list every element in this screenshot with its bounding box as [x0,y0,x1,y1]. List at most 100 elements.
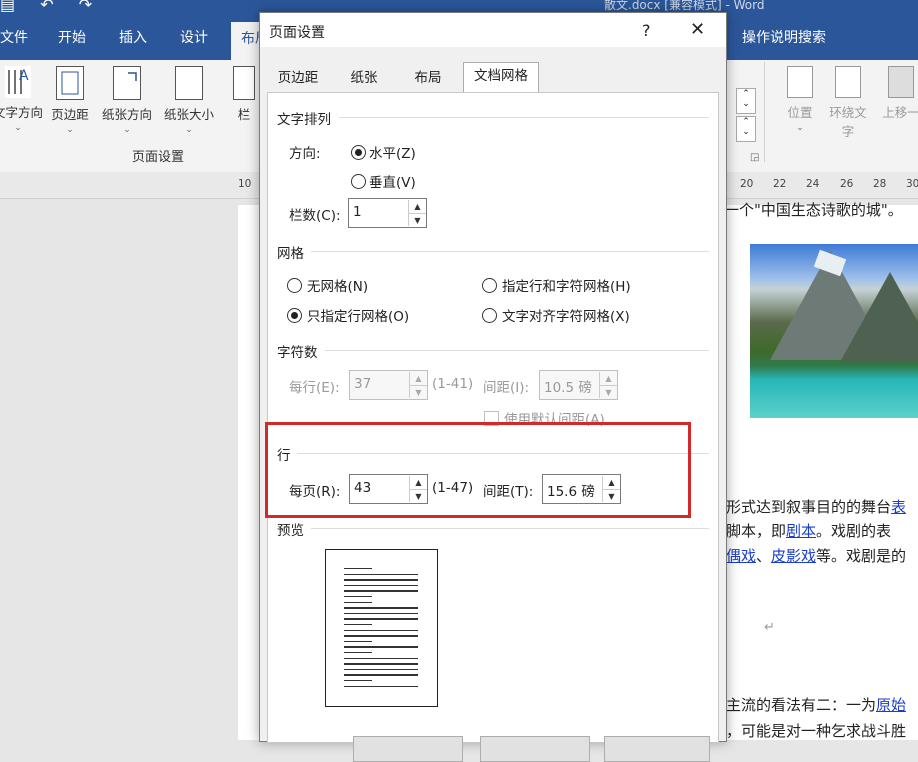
chars-per-line-stepper[interactable]: 37 ▲ ▼ [349,370,428,400]
radio-no-grid-label: 无网格(N) [307,279,369,295]
spin-up-icon[interactable]: ▲ [600,372,617,385]
spin-down-icon[interactable]: ▼ [410,385,427,399]
preview-line [344,612,418,615]
tab-design[interactable]: 设计 [180,27,208,47]
spin-buttons[interactable]: ▲ ▼ [409,372,427,398]
chevron-down-icon: ⌄ [796,123,804,133]
tell-me-search[interactable]: 操作说明搜索 [742,27,826,47]
doc-paragraph-line: 形式达到叙事目的的舞台表 [726,496,906,517]
radio-horizontal[interactable]: 水平(Z) [349,143,439,162]
preview-line [344,601,372,603]
spinner-up-down[interactable]: ⌃ ⌄ [736,88,756,114]
radio-button [351,174,366,189]
spinner-up-down[interactable]: ⌃ ⌄ [736,116,756,142]
red-highlight-box [265,422,691,518]
orientation-button[interactable]: 纸张方向 ⌄ [98,66,156,135]
section-preview: 预览 [277,523,304,539]
wrap-text-button[interactable]: 环绕文字 [826,66,870,140]
chevron-down-icon: ⌄ [123,125,131,135]
ruler-tick: 24 [806,178,820,190]
preview-line [344,640,372,643]
landscape-photo[interactable] [750,244,918,418]
preview-line [344,573,418,575]
paper-size-icon [175,66,203,100]
tab-margins[interactable]: 页边距 [270,65,326,91]
chevron-down-icon: ⌄ [14,123,22,133]
spin-down-icon[interactable]: ▼ [409,213,426,227]
section-grid: 网格 [277,246,304,262]
doc-text: 、 [756,547,772,565]
radio-button [482,278,497,293]
char-pitch-stepper[interactable]: 10.5 磅 ▲ ▼ [539,370,618,400]
orientation-icon [113,66,141,100]
paper-size-button[interactable]: 纸张大小 ⌄ [160,66,218,135]
bring-forward-button[interactable]: 上移一 [876,66,918,121]
preview-line [344,596,372,598]
tab-paper[interactable]: 纸张 [336,65,392,91]
tab-home[interactable]: 开始 [58,27,86,47]
margins-button[interactable]: 页边距 ⌄ [48,66,92,135]
spin-up-icon[interactable]: ▲ [410,372,427,385]
doc-paragraph-line: 主流的看法有二：一为原始 [726,694,906,715]
preview-line [344,629,418,631]
radio-button [482,308,497,323]
tab-document-grid[interactable]: 文档网格 [463,62,539,93]
char-pitch-value: 10.5 磅 [544,380,592,396]
doc-paragraph-line: 脚本，即剧本。戏剧的表 [726,520,891,541]
char-pitch-label: 间距(I): [483,380,530,396]
ruler-tick: 10 [238,178,252,190]
ruler-tick: 28 [873,178,887,190]
radio-vertical[interactable]: 垂直(V) [349,172,439,191]
text-direction-icon: A [5,66,31,98]
quick-access-toolbar[interactable]: ▤ ↶ ↷ [0,0,102,14]
paper-size-label: 纸张大小 [163,107,214,122]
preview-line [344,607,418,609]
spin-down-icon[interactable]: ▼ [600,385,617,399]
preview-line [344,590,418,592]
chars-range: (1-41) [432,376,474,392]
chars-per-line-label: 每行(E): [289,380,340,396]
preview-line [344,579,418,581]
tab-file[interactable]: 文件 [0,27,28,47]
tab-insert[interactable]: 插入 [119,27,147,47]
radio-vertical-label: 垂直(V) [369,175,416,191]
spin-buttons[interactable]: ▲ ▼ [599,372,617,398]
radio-button [351,145,366,160]
doc-hyperlink[interactable]: 表 [891,498,906,516]
close-icon[interactable]: ✕ [690,19,705,40]
radio-line-char-grid[interactable]: 指定行和字符网格(H) [482,276,662,295]
radio-no-grid[interactable]: 无网格(N) [287,276,437,295]
doc-hyperlink[interactable]: 剧本 [786,522,816,540]
radio-line-char-grid-label: 指定行和字符网格(H) [502,279,631,295]
radio-line-grid-only[interactable]: 只指定行网格(O) [287,306,437,325]
doc-hyperlink[interactable]: 偶戏 [726,547,756,565]
help-button[interactable]: ? [642,21,651,40]
columns-button[interactable]: 栏 [232,66,256,123]
chars-per-line-value: 37 [354,376,372,392]
position-button[interactable]: 位置 ⌄ [782,66,818,133]
dialog-title-bar[interactable]: 页面设置 ? ✕ [260,13,726,47]
text-direction-label: 文字方向 [0,105,43,120]
chevron-down-icon: ⌄ [66,125,74,135]
tab-layout[interactable]: 布局 [400,65,456,91]
spin-up-icon[interactable]: ▲ [409,200,426,213]
ribbon-divider [764,62,765,162]
preview-line [344,618,418,620]
spin-buttons[interactable]: ▲ ▼ [408,200,426,226]
bring-forward-label: 上移一 [882,105,918,120]
columns-stepper[interactable]: 1 ▲ ▼ [348,198,427,228]
ruler-tick: 20 [740,178,754,190]
columns-icon [233,66,255,100]
dialog-launcher-icon[interactable]: ◲ [750,152,759,163]
ruler-tick: 30 [906,178,918,190]
radio-snap-to-chars[interactable]: 文字对齐字符网格(X) [482,306,662,325]
preview-line [344,624,372,626]
position-icon [787,66,813,98]
text-direction-button[interactable]: A 文字方向 ⌄ [0,66,44,133]
position-label: 位置 [787,105,813,120]
section-text-direction: 文字排列 [277,112,331,128]
chevron-down-icon: ⌄ [185,125,193,135]
doc-hyperlink[interactable]: 皮影戏 [771,547,816,565]
doc-hyperlink[interactable]: 原始 [876,696,906,714]
doc-text: 主流的看法有二：一为 [726,696,877,714]
